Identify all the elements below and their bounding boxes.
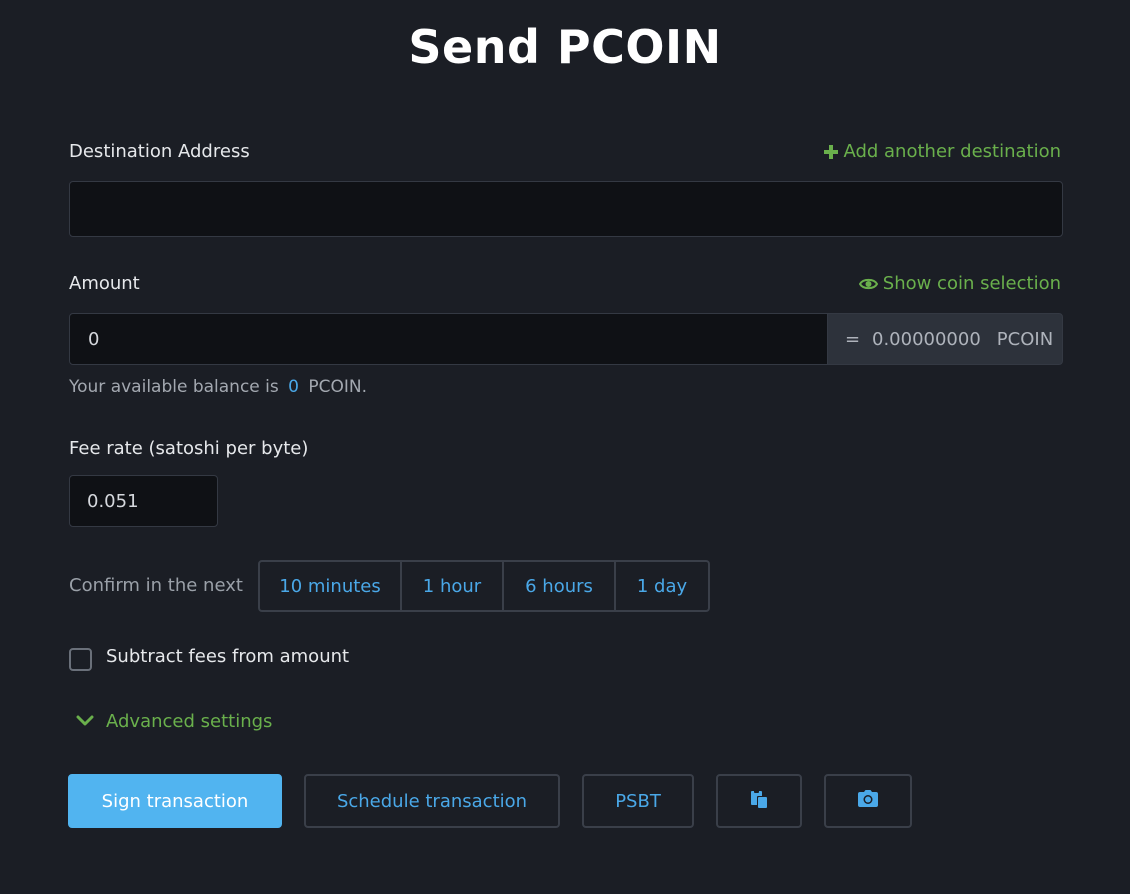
confirm-1-day-button[interactable]: 1 day bbox=[614, 560, 710, 612]
advanced-settings-label: Advanced settings bbox=[106, 711, 273, 732]
add-destination-label: Add another destination bbox=[843, 141, 1061, 162]
fee-rate-label: Fee rate (satoshi per byte) bbox=[69, 438, 309, 459]
subtract-fees-checkbox[interactable] bbox=[69, 648, 92, 671]
destination-label-row: Destination Address Add another destinat… bbox=[69, 141, 1061, 162]
plus-icon bbox=[824, 144, 839, 159]
confirm-6-hours-button[interactable]: 6 hours bbox=[502, 560, 616, 612]
confirm-1-hour-button[interactable]: 1 hour bbox=[400, 560, 504, 612]
schedule-transaction-button[interactable]: Schedule transaction bbox=[304, 774, 560, 828]
amount-label-row: Amount Show coin selection bbox=[69, 273, 1061, 294]
add-destination-link[interactable]: Add another destination bbox=[824, 141, 1061, 162]
page-title: Send PCOIN bbox=[408, 20, 722, 74]
fee-rate-input[interactable]: 0.051 bbox=[69, 475, 218, 527]
amount-label: Amount bbox=[69, 273, 140, 294]
camera-icon bbox=[858, 790, 878, 812]
show-coin-selection-link[interactable]: Show coin selection bbox=[858, 273, 1061, 294]
balance-prefix: Your available balance is bbox=[69, 377, 279, 397]
confirm-label: Confirm in the next bbox=[69, 575, 243, 596]
converted-amount: 0.00000000 bbox=[872, 328, 981, 350]
amount-unit: PCOIN bbox=[996, 328, 1054, 350]
paste-icon bbox=[750, 789, 768, 813]
balance-suffix: PCOIN. bbox=[308, 377, 368, 397]
equals-sign: = bbox=[845, 328, 861, 350]
amount-conversion: = 0.00000000 PCOIN bbox=[827, 313, 1063, 365]
advanced-settings-toggle[interactable]: Advanced settings bbox=[76, 711, 272, 732]
sign-transaction-button[interactable]: Sign transaction bbox=[68, 774, 282, 828]
show-coin-selection-label: Show coin selection bbox=[882, 273, 1061, 294]
destination-address-input[interactable] bbox=[69, 181, 1063, 237]
psbt-button[interactable]: PSBT bbox=[582, 774, 694, 828]
paste-button[interactable] bbox=[716, 774, 802, 828]
subtract-fees-label[interactable]: Subtract fees from amount bbox=[106, 646, 349, 667]
eye-icon bbox=[858, 277, 878, 291]
amount-input[interactable]: 0 bbox=[69, 313, 828, 365]
available-balance: Your available balance is 0 PCOIN. bbox=[69, 377, 367, 397]
destination-label: Destination Address bbox=[69, 141, 250, 162]
chevron-down-icon bbox=[76, 711, 94, 732]
scan-qr-button[interactable] bbox=[824, 774, 912, 828]
confirm-10-minutes-button[interactable]: 10 minutes bbox=[258, 560, 402, 612]
balance-value[interactable]: 0 bbox=[288, 377, 299, 397]
confirm-time-group: 10 minutes 1 hour 6 hours 1 day bbox=[258, 560, 710, 612]
